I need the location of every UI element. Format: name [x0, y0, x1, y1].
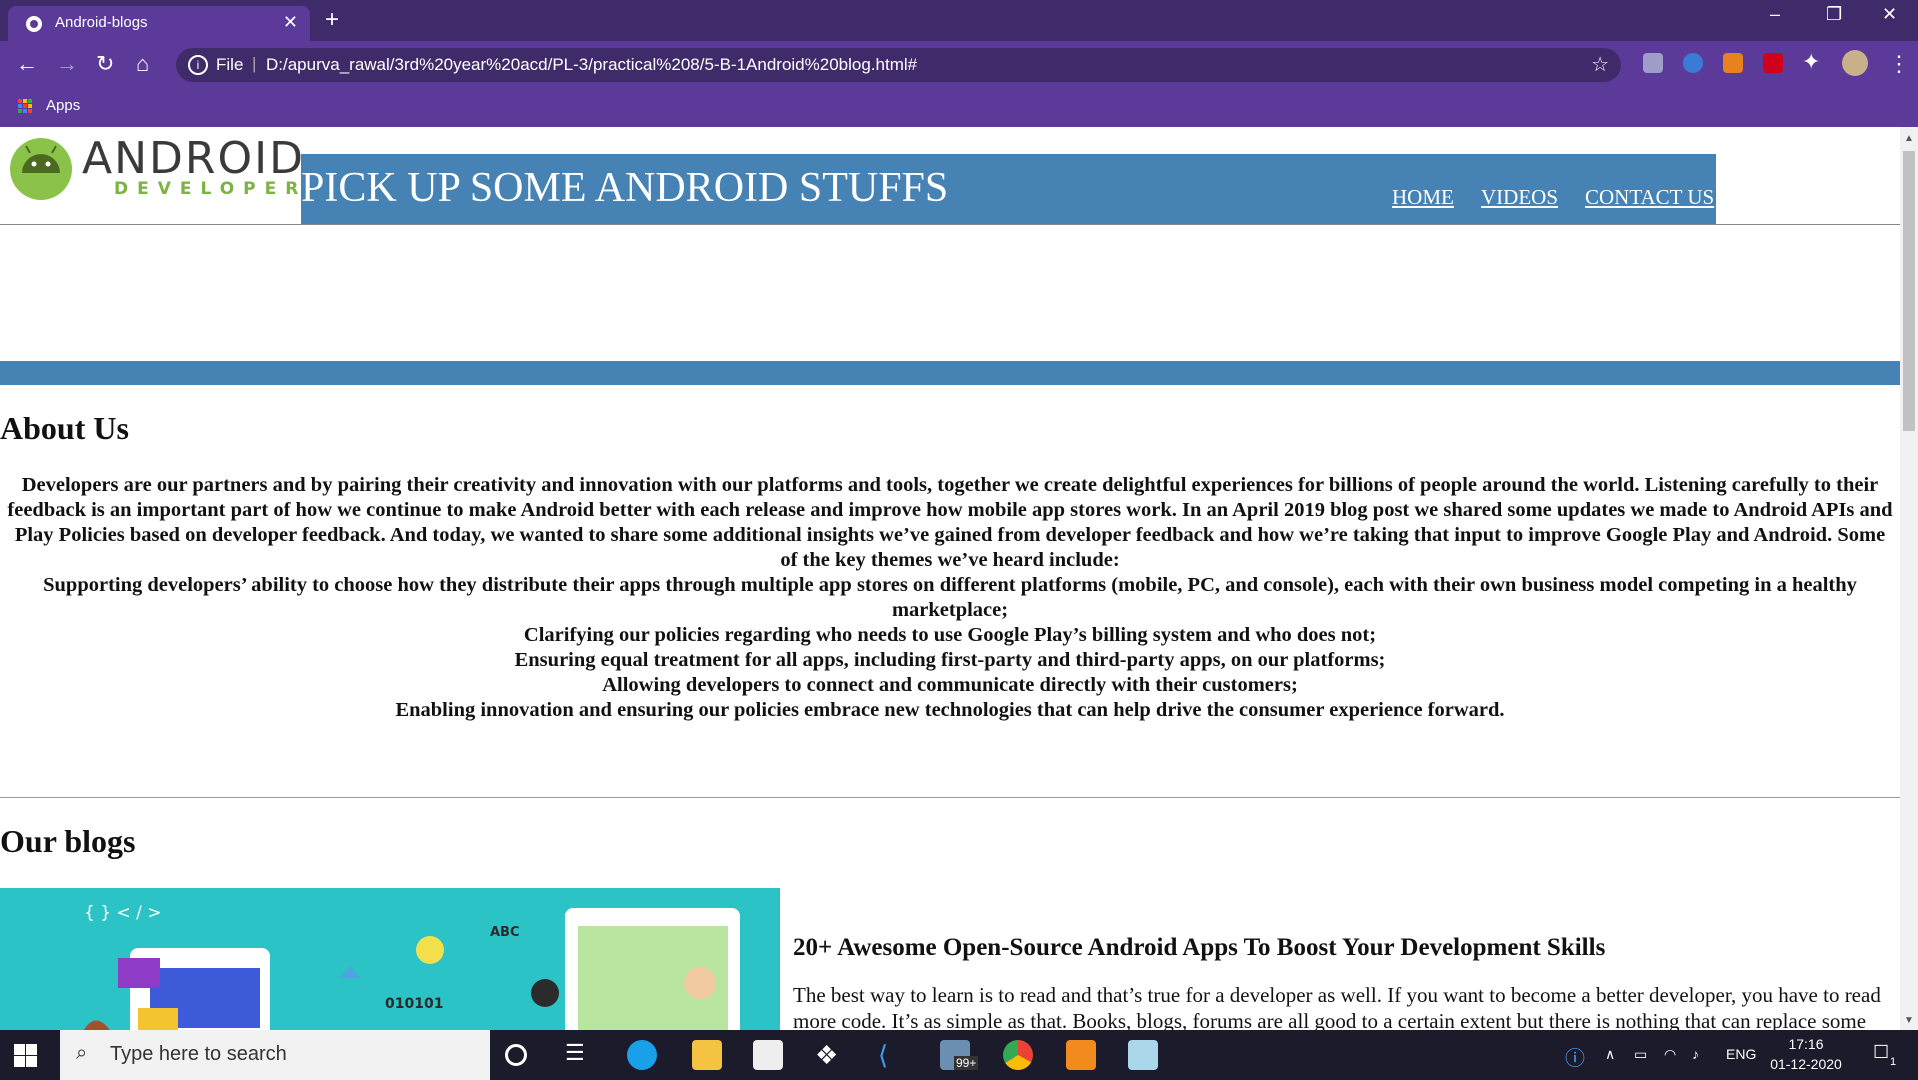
- about-point: Supporting developers’ ability to choose…: [43, 574, 1857, 621]
- binary-label: 010101: [385, 996, 443, 1012]
- nav-home-link[interactable]: HOME: [1392, 185, 1454, 210]
- apps-bookmark[interactable]: Apps: [46, 97, 80, 114]
- scrollbar-thumb[interactable]: [1903, 151, 1915, 431]
- page-viewport: ANDROID DEVELOPER PICK UP SOME ANDROID S…: [0, 127, 1900, 1030]
- search-placeholder: Type here to search: [110, 1043, 287, 1065]
- cortana-icon[interactable]: [505, 1044, 527, 1066]
- scroll-up-icon[interactable]: ▲: [1904, 133, 1914, 144]
- code-label: { } < / >: [84, 903, 161, 923]
- extension-icon[interactable]: [1643, 53, 1663, 73]
- blogs-heading: Our blogs: [0, 823, 136, 859]
- globe-icon: [26, 16, 42, 32]
- url-separator: |: [252, 54, 257, 73]
- mail-badge: 99+: [954, 1056, 979, 1070]
- logo-subtitle: DEVELOPER: [114, 179, 308, 199]
- clock-time: 17:16: [1788, 1036, 1824, 1052]
- forward-icon[interactable]: →: [56, 51, 78, 77]
- help-icon[interactable]: ⓘ: [1565, 1042, 1585, 1071]
- address-bar[interactable]: i File | D:/apurva_rawal/3rd%20year%20ac…: [176, 48, 1621, 82]
- header-divider: [0, 224, 1900, 225]
- extension-grammar-icon[interactable]: [1683, 53, 1703, 73]
- new-tab-button[interactable]: +: [325, 6, 339, 34]
- taskbar-search-box[interactable]: ⌕ Type here to search: [60, 1030, 490, 1080]
- sublime-text-icon[interactable]: [1066, 1040, 1096, 1070]
- notification-count: 1: [1890, 1056, 1897, 1068]
- tray-expand-icon[interactable]: ∧: [1605, 1046, 1615, 1063]
- notepad-icon[interactable]: [1128, 1040, 1158, 1070]
- store-icon[interactable]: [753, 1040, 783, 1070]
- tab-title: Android-blogs: [55, 14, 148, 31]
- window-close-icon[interactable]: ✕: [1882, 4, 1897, 25]
- windows-taskbar: ⌕ Type here to search ☰ ❖ ⟨ 99+ ⓘ ∧ ▭ ◠ …: [0, 1030, 1918, 1080]
- metamask-icon[interactable]: [1723, 53, 1743, 73]
- scroll-down-icon[interactable]: ▼: [1904, 1015, 1914, 1026]
- battery-icon[interactable]: ▭: [1634, 1046, 1647, 1063]
- about-point: Enabling innovation and ensuring our pol…: [395, 699, 1505, 721]
- about-text: Developers are our partners and by pairi…: [4, 473, 1896, 723]
- restore-icon[interactable]: ❐: [1826, 4, 1842, 25]
- task-view-icon[interactable]: ☰: [565, 1040, 595, 1070]
- puzzle-icon[interactable]: ✦: [1802, 49, 1820, 75]
- logo-wordmark: ANDROID: [82, 133, 305, 184]
- section-divider: [0, 797, 1900, 798]
- file-explorer-icon[interactable]: [692, 1040, 722, 1070]
- browser-tab[interactable]: Android-blogs ✕: [8, 6, 310, 41]
- about-point: Ensuring equal treatment for all apps, i…: [514, 649, 1386, 671]
- browser-toolbar: ← → ↻ ⌂ i File | D:/apurva_rawal/3rd%20y…: [0, 41, 1918, 87]
- dropbox-icon[interactable]: ❖: [815, 1040, 845, 1070]
- abc-label: ABC: [490, 925, 520, 940]
- taskbar-clock[interactable]: 17:16 01-12-2020: [1766, 1034, 1846, 1074]
- about-point: Allowing developers to connect and commu…: [602, 674, 1298, 696]
- about-heading: About Us: [0, 410, 129, 446]
- windows-start-icon[interactable]: [14, 1044, 38, 1068]
- url-scheme: File: [216, 55, 244, 74]
- android-developer-logo[interactable]: ANDROID DEVELOPER: [10, 133, 303, 203]
- profile-avatar[interactable]: [1842, 50, 1868, 76]
- blog-thumbnail-image[interactable]: { } < / > ABC 010101: [0, 888, 780, 1030]
- chrome-icon[interactable]: [1003, 1040, 1033, 1070]
- clock-date: 01-12-2020: [1770, 1056, 1842, 1072]
- banner-strip: [0, 361, 1900, 385]
- browser-tab-strip: Android-blogs ✕ + – ❐ ✕: [0, 0, 1918, 41]
- back-icon[interactable]: ←: [16, 51, 38, 77]
- menu-icon[interactable]: ⋮: [1888, 51, 1910, 77]
- language-indicator[interactable]: ENG: [1726, 1046, 1756, 1062]
- tab-close-button[interactable]: ✕: [283, 12, 298, 33]
- edge-icon[interactable]: [627, 1040, 657, 1070]
- volume-icon[interactable]: ♪: [1692, 1046, 1699, 1062]
- search-icon: ⌕: [76, 1042, 88, 1064]
- home-icon[interactable]: ⌂: [136, 51, 149, 77]
- vscode-icon[interactable]: ⟨: [878, 1040, 908, 1070]
- site-header: PICK UP SOME ANDROID STUFFS HOME VIDEOS …: [301, 154, 1716, 225]
- nav-videos-link[interactable]: VIDEOS: [1481, 185, 1558, 210]
- blog-post-excerpt: The best way to learn is to read and tha…: [793, 983, 1881, 1030]
- site-title: PICK UP SOME ANDROID STUFFS: [301, 165, 949, 211]
- about-point: Clarifying our policies regarding who ne…: [523, 624, 1377, 646]
- bookmarks-bar: Apps: [0, 87, 1918, 127]
- bookmark-star-icon[interactable]: ☆: [1591, 52, 1609, 77]
- developer-illustration: { } < / > ABC 010101: [0, 888, 780, 1030]
- reload-icon[interactable]: ↻: [96, 51, 114, 77]
- notification-icon[interactable]: ☐: [1873, 1042, 1889, 1063]
- blog-post-title[interactable]: 20+ Awesome Open-Source Android Apps To …: [793, 934, 1605, 962]
- nav-contact-link[interactable]: CONTACT US: [1585, 185, 1714, 210]
- wifi-icon[interactable]: ◠: [1664, 1046, 1676, 1063]
- mail-icon[interactable]: 99+: [940, 1040, 979, 1070]
- video-extension-icon[interactable]: [1763, 53, 1783, 73]
- about-paragraph: Developers are our partners and by pairi…: [7, 474, 1893, 571]
- page-scrollbar[interactable]: ▲ ▼: [1900, 127, 1918, 1030]
- apps-grid-icon[interactable]: [18, 99, 34, 115]
- info-icon[interactable]: i: [188, 55, 208, 75]
- url-text[interactable]: D:/apurva_rawal/3rd%20year%20acd/PL-3/pr…: [266, 55, 917, 75]
- minimize-icon[interactable]: –: [1770, 4, 1780, 25]
